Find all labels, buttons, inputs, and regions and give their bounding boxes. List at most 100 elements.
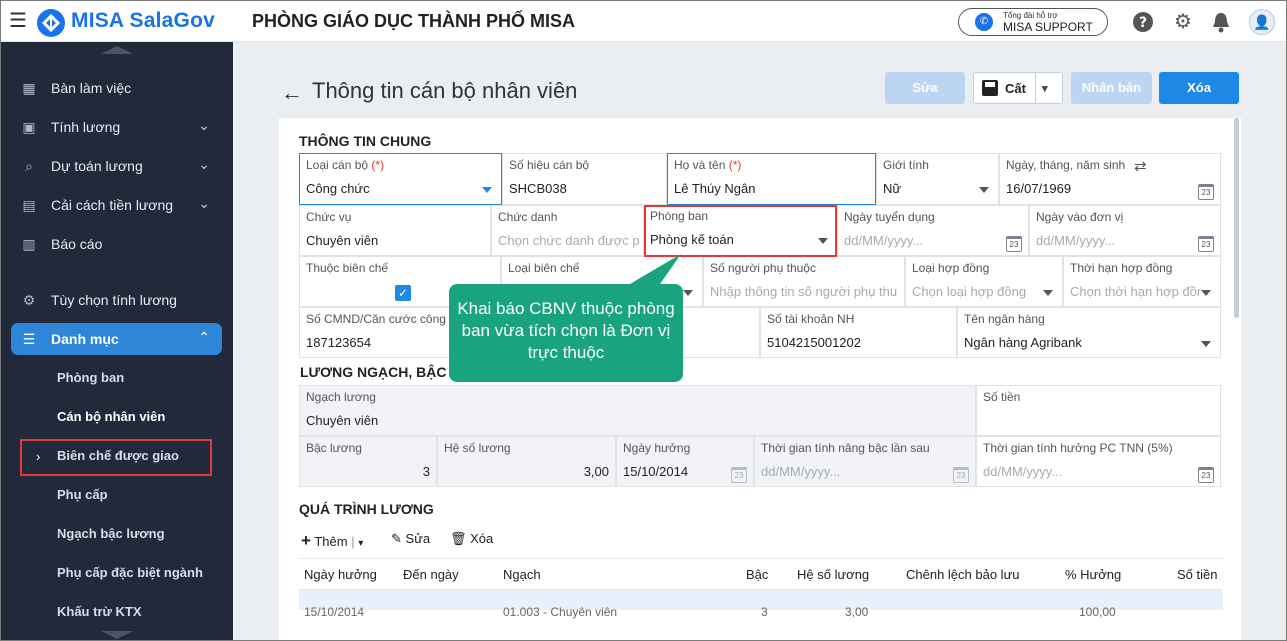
bell-icon[interactable]	[1210, 11, 1232, 33]
field-value: 187123654	[306, 335, 372, 350]
edit-button[interactable]: Sửa	[885, 72, 965, 104]
scroll-up-icon[interactable]	[101, 46, 133, 54]
field-placeholder: dd/MM/yyyy...	[983, 464, 1063, 479]
gear-icon[interactable]: ⚙	[1172, 11, 1194, 33]
dropdown-arrow-icon	[1201, 341, 1211, 347]
support-button[interactable]: ✆ Tổng đài hỗ trợ MISA SUPPORT	[958, 8, 1108, 36]
sidebar-sub-khau-tru-ktx[interactable]: Khấu trừ KTX	[57, 604, 142, 619]
chevron-down-icon: ⌄	[198, 117, 210, 133]
loai-hop-dong-select[interactable]: Loại hợp đồng Chọn loại hợp đồng	[905, 256, 1063, 307]
gioi-tinh-select[interactable]: Giới tính Nữ	[876, 153, 999, 205]
table-cell: 3	[761, 605, 768, 619]
so-tai-khoan-field[interactable]: Số tài khoản NH 5104215001202	[760, 307, 957, 358]
field-label-text: Loại cán bộ	[306, 158, 369, 172]
dashboard-icon: ▦	[22, 80, 36, 96]
sidebar-sub-phu-cap-dac-biet[interactable]: Phụ cấp đặc biệt ngành	[57, 565, 203, 580]
swap-icon[interactable]: ⇄	[1134, 157, 1147, 175]
field-label: Số người phụ thuộc	[710, 261, 816, 275]
column-header[interactable]: Bậc	[746, 567, 768, 582]
column-header[interactable]: Số tiền	[1177, 567, 1217, 582]
section-title-salary: LƯƠNG NGẠCH, BẬC I	[300, 364, 455, 380]
sidebar-item-label: Cải cách tiền lương	[51, 197, 174, 213]
calendar-icon[interactable]: 23	[1198, 236, 1214, 252]
field-label: Số tài khoản NH	[767, 312, 855, 326]
delete-button[interactable]: Xóa	[1159, 72, 1239, 104]
field-label: Số tiền	[983, 390, 1021, 404]
field-label: Ngày vào đơn vị	[1036, 210, 1124, 224]
avatar[interactable]: 👤	[1249, 9, 1275, 35]
save-button[interactable]: Cất ▾	[973, 72, 1063, 104]
column-header[interactable]: Ngày hưởng	[304, 567, 377, 582]
field-placeholder: Chọn thời hạn hợp đồn	[1070, 284, 1200, 299]
duplicate-button[interactable]: Nhân bản	[1071, 72, 1152, 104]
field-placeholder: dd/MM/yyyy...	[844, 233, 924, 248]
column-header[interactable]: Chênh lệch bảo lưu	[906, 567, 1020, 582]
sidebar-item-danh-muc[interactable]: ☰ Danh mục ⌃	[11, 323, 222, 355]
calendar-icon[interactable]: 23	[1198, 184, 1214, 200]
sidebar-sub-ngach-bac-luong[interactable]: Ngạch bậc lương	[57, 526, 165, 541]
brand-name: MISA SalaGov	[71, 9, 215, 32]
sidebar-item-bao-cao[interactable]: ▥ Báo cáo	[11, 228, 222, 260]
field-label: Thời gian tính hưởng PC TNN (5%)	[983, 441, 1173, 455]
checkbox-checked-icon[interactable]: ✓	[395, 285, 411, 301]
field-placeholder: Chọn chức danh được pl	[498, 233, 640, 248]
sidebar-sub-bien-che[interactable]: Biên chế được giao	[57, 448, 179, 463]
loai-can-bo-select[interactable]: Loại cán bộ (*) Công chức	[299, 153, 502, 205]
plus-icon: +	[301, 531, 311, 550]
field-value: Ngân hàng Agribank	[964, 335, 1082, 350]
field-value: 3	[422, 464, 430, 479]
column-header[interactable]: Đến ngày	[403, 567, 459, 582]
chevron-down-icon[interactable]: ▾	[358, 538, 363, 549]
field-value: Lê Thúy Ngân	[674, 181, 756, 196]
sidebar-item-tinh-luong[interactable]: ▣ Tính lương ⌄	[11, 111, 222, 143]
sidebar-item-du-toan-luong[interactable]: ⌕ Dự toán lương ⌄	[11, 150, 222, 182]
chuc-danh-field[interactable]: Chức danh Chọn chức danh được pl	[491, 205, 644, 256]
scroll-down-icon[interactable]	[101, 631, 133, 639]
history-delete-button[interactable]: 🗑 Xóa	[450, 531, 493, 547]
help-icon[interactable]: ?	[1132, 11, 1154, 33]
field-value: Chuyên viên	[306, 233, 379, 248]
field-value: Công chức	[306, 181, 370, 196]
so-hieu-can-bo-field[interactable]: Số hiệu cán bộ SHCB038	[502, 153, 667, 205]
ngay-vao-don-vi-field[interactable]: Ngày vào đơn vị dd/MM/yyyy... 23	[1029, 205, 1221, 256]
table-cell: 100,00	[1079, 605, 1116, 619]
sidebar-item-label: Bàn làm việc	[51, 80, 132, 96]
field-value: 3,00	[583, 464, 609, 479]
back-arrow-icon[interactable]: ←	[281, 80, 303, 106]
column-header[interactable]: Ngạch	[503, 567, 541, 582]
phone-icon: ✆	[975, 13, 993, 31]
chuc-vu-field[interactable]: Chức vụ Chuyên viên	[299, 205, 491, 256]
calendar-icon[interactable]: 23	[1006, 236, 1022, 252]
menu-icon[interactable]: ☰	[9, 11, 27, 31]
table-cell: 15/10/2014	[304, 605, 365, 619]
field-value: SHCB038	[509, 181, 567, 196]
sidebar-sub-phong-ban[interactable]: Phòng ban	[57, 370, 124, 385]
chevron-down-icon[interactable]: ▾	[1042, 73, 1048, 105]
chart-icon: ▥	[22, 236, 36, 252]
add-button[interactable]: + Thêm | ▾	[301, 531, 363, 551]
column-header[interactable]: % Hưởng	[1065, 567, 1121, 582]
sidebar-sub-phu-cap[interactable]: Phụ cấp	[57, 487, 108, 502]
sidebar-sub-can-bo-nhan-vien[interactable]: Cán bộ nhân viên	[57, 409, 165, 424]
sidebar-item-ban-lam-viec[interactable]: ▦ Bàn làm việc	[11, 72, 222, 104]
organization-name: PHÒNG GIÁO DỤC THÀNH PHỐ MISA	[252, 11, 576, 31]
field-label: Chức vụ	[306, 210, 352, 224]
delete-label: Xóa	[470, 531, 494, 546]
calendar-icon[interactable]: 23	[1198, 467, 1214, 483]
ho-ten-field[interactable]: Họ và tên (*) Lê Thúy Ngân	[667, 153, 876, 205]
thoi-han-hop-dong-select[interactable]: Thời hạn hợp đồng Chọn thời hạn hợp đồn	[1063, 256, 1221, 307]
column-header[interactable]: Hệ số lương	[797, 567, 869, 582]
sidebar-item-tuy-chon[interactable]: ⚙ Tùy chọn tính lương	[11, 284, 222, 316]
ngay-sinh-field[interactable]: Ngày, tháng, năm sinh ⇄ 16/07/1969 23	[999, 153, 1221, 205]
history-edit-button[interactable]: ✎ Sửa	[391, 531, 430, 547]
ngay-tuyen-dung-field[interactable]: Ngày tuyển dụng dd/MM/yyyy... 23	[837, 205, 1029, 256]
pc-tnn-field[interactable]: Thời gian tính hưởng PC TNN (5%) dd/MM/y…	[976, 436, 1221, 487]
so-tien-field[interactable]: Số tiền	[976, 385, 1221, 436]
page-title: Thông tin cán bộ nhân viên	[312, 78, 578, 103]
scrollbar[interactable]	[1234, 118, 1239, 318]
so-nguoi-phu-thuoc-field[interactable]: Số người phụ thuộc Nhập thông tin số ngư…	[703, 256, 905, 307]
field-value: 15/10/2014	[623, 464, 689, 479]
list-icon: ☰	[22, 331, 36, 347]
ngan-hang-select[interactable]: Tên ngân hàng Ngân hàng Agribank	[957, 307, 1221, 358]
sidebar-item-cai-cach[interactable]: ▤ Cải cách tiền lương ⌄	[11, 189, 222, 221]
